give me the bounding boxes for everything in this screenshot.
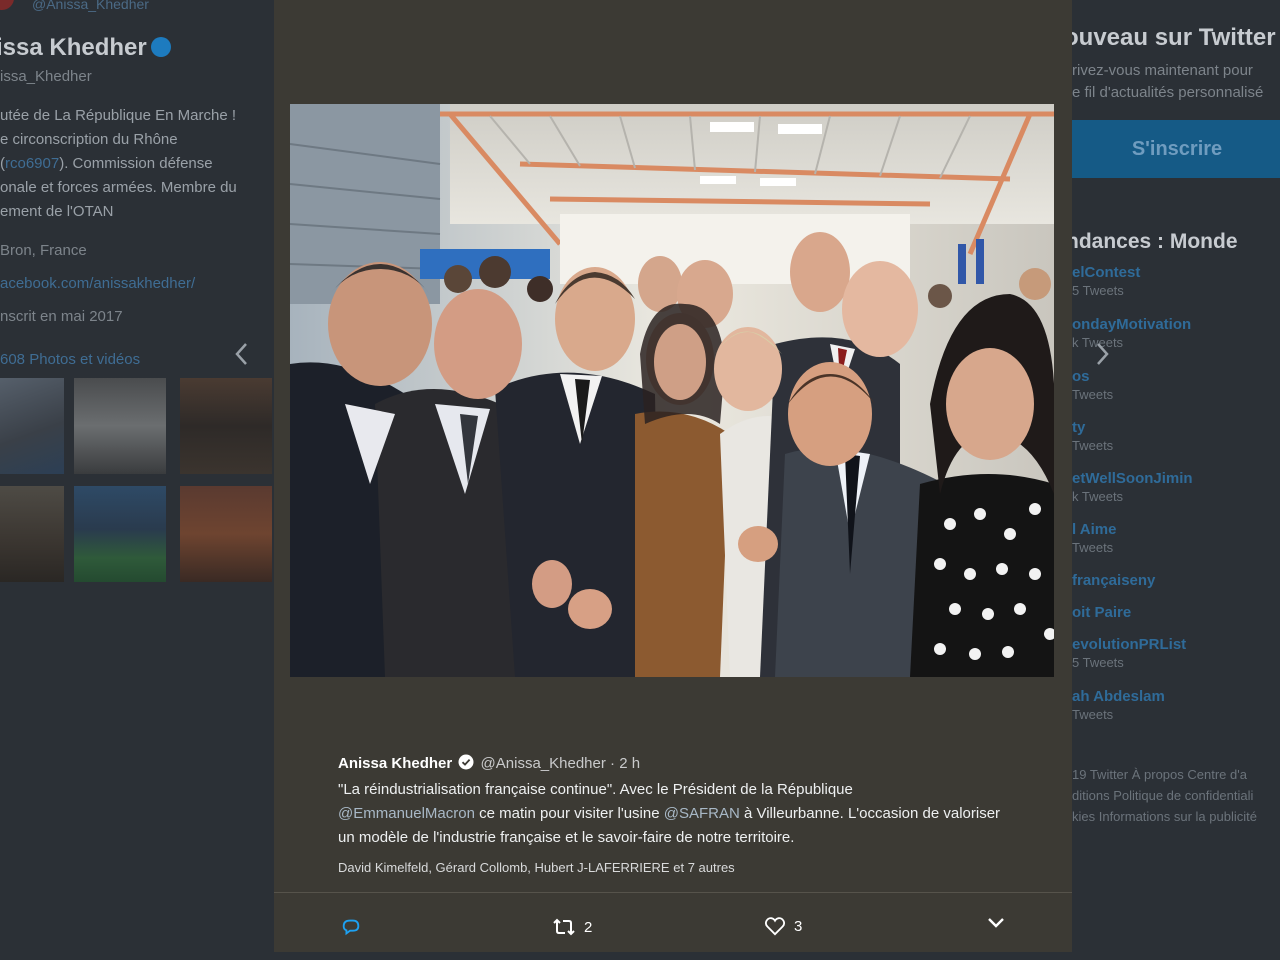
sidebar-right: ouveau sur Twitter rivez-vous maintenant… [1064, 0, 1280, 960]
media-thumbnail[interactable] [74, 486, 166, 582]
profile-column: @Anissa_Khedher issa Khedher issa_Khedhe… [0, 0, 274, 960]
avatar-small [0, 0, 14, 10]
profile-name: issa Khedher [0, 34, 171, 62]
retweet-button[interactable]: 2 [552, 916, 592, 938]
bio-line: e circonscription du Rhône [0, 131, 178, 148]
tweet-author-handle[interactable]: @Anissa_Khedher [481, 755, 606, 772]
media-thumbnail[interactable] [180, 486, 272, 582]
retweet-count: 2 [584, 918, 593, 936]
timeline-peek [274, 952, 1072, 960]
profile-bio: utée de La République En Marche ! e circ… [0, 104, 272, 224]
footer-line[interactable]: kies Informations sur la publicité [1072, 806, 1280, 827]
footer-line[interactable]: 19 Twitter À propos Centre d'a [1072, 764, 1280, 785]
like-count: 3 [794, 917, 803, 935]
trend-item[interactable]: oit Paire [1072, 604, 1280, 621]
reply-icon [342, 919, 360, 936]
media-thumbnail[interactable] [0, 378, 64, 474]
tweet-photo[interactable] [290, 104, 1054, 677]
trends-title: ndances : Monde [1066, 230, 1238, 253]
trend-item[interactable]: evolutionPRList 5 Tweets [1072, 636, 1280, 670]
mention-link[interactable]: @SAFRAN [664, 805, 740, 822]
trend-name: elContest [1072, 264, 1141, 281]
bio-line: (rco6907). Commission défense [0, 155, 213, 172]
media-thumbnail[interactable] [0, 486, 64, 582]
profile-location: Bron, France [0, 242, 87, 259]
actions-divider [274, 892, 1072, 893]
tagged-people[interactable]: David Kimelfeld, Gérard Collomb, Hubert … [338, 860, 1018, 875]
trend-name: l Aime [1072, 521, 1117, 538]
trend-tweet-count: Tweets [1072, 540, 1114, 555]
trend-item[interactable]: os Tweets [1072, 368, 1280, 402]
trend-item[interactable]: l Aime Tweets [1072, 521, 1280, 555]
profile-joined-date: nscrit en mai 2017 [0, 308, 123, 325]
media-thumbnail[interactable] [180, 378, 272, 474]
trend-item[interactable]: ah Abdeslam Tweets [1072, 688, 1280, 722]
trend-name: françaiseny [1072, 572, 1156, 589]
trend-name: etWellSoonJimin [1072, 470, 1193, 487]
chevron-left-icon[interactable] [234, 340, 250, 373]
signup-button[interactable]: S'inscrire [1072, 120, 1280, 178]
trend-item[interactable]: elContest 5 Tweets [1072, 264, 1280, 298]
group-photo-image [290, 104, 1054, 677]
bio-line: utée de La République En Marche ! [0, 107, 236, 124]
signup-text: rivez-vous maintenant pour e fil d'actua… [1072, 62, 1264, 101]
retweet-icon [553, 918, 575, 936]
bio-line: ement de l'OTAN [0, 203, 114, 220]
trend-tweet-count: k Tweets [1072, 489, 1124, 504]
trend-item[interactable]: etWellSoonJimin k Tweets [1072, 470, 1280, 504]
trend-tweet-count: Tweets [1072, 438, 1114, 453]
trend-name: ah Abdeslam [1072, 688, 1165, 705]
profile-website-link[interactable]: acebook.com/anissakhedher/ [0, 275, 195, 292]
trend-tweet-count: 5 Tweets [1072, 283, 1124, 298]
trend-name: ty [1072, 419, 1086, 436]
mention-link[interactable]: @EmmanuelMacron [338, 805, 475, 822]
footer-links: 19 Twitter À propos Centre d'a ditions P… [1072, 764, 1280, 827]
header-handle[interactable]: @Anissa_Khedher [32, 0, 149, 12]
signup-title: ouveau sur Twitter [1064, 24, 1276, 51]
more-options-button[interactable] [986, 916, 1006, 930]
reply-button[interactable] [340, 916, 362, 938]
trend-tweet-count: Tweets [1072, 707, 1114, 722]
trend-name: evolutionPRList [1072, 636, 1187, 653]
trend-name: oit Paire [1072, 604, 1132, 621]
tweet-modal: Anissa Khedher @Anissa_Khedher · 2 h "La… [274, 0, 1072, 952]
verified-badge-icon [458, 754, 474, 770]
tweet-author-name[interactable]: Anissa Khedher [338, 755, 452, 772]
tweet-timestamp[interactable]: · 2 h [610, 755, 640, 772]
trend-item[interactable]: françaiseny [1072, 572, 1280, 589]
verified-badge-icon [150, 37, 171, 57]
tweet-action-bar: 2 3 [274, 908, 1072, 948]
media-thumbnail[interactable] [74, 378, 166, 474]
like-button[interactable]: 3 [764, 916, 802, 936]
trend-tweet-count: Tweets [1072, 387, 1114, 402]
heart-icon [764, 917, 786, 936]
tweet-body: Anissa Khedher @Anissa_Khedher · 2 h "La… [338, 754, 1018, 875]
tweet-text: "La réindustrialisation française contin… [338, 781, 1001, 846]
bio-hashtag-link[interactable]: rco6907 [5, 155, 59, 172]
footer-line[interactable]: ditions Politique de confidentiali [1072, 785, 1280, 806]
profile-handle: issa_Khedher [0, 68, 92, 85]
profile-name-text: issa Khedher [0, 34, 147, 61]
bio-line: onale et forces armées. Membre du [0, 179, 237, 196]
trend-item[interactable]: ty Tweets [1072, 419, 1280, 453]
trend-name: ondayMotivation [1072, 316, 1192, 333]
chevron-down-icon [988, 918, 1004, 928]
trend-tweet-count: 5 Tweets [1072, 655, 1124, 670]
tweet-header: Anissa Khedher @Anissa_Khedher · 2 h [338, 754, 1018, 772]
photos-videos-link[interactable]: 608 Photos et vidéos [0, 351, 140, 368]
chevron-right-icon[interactable] [1094, 340, 1110, 373]
